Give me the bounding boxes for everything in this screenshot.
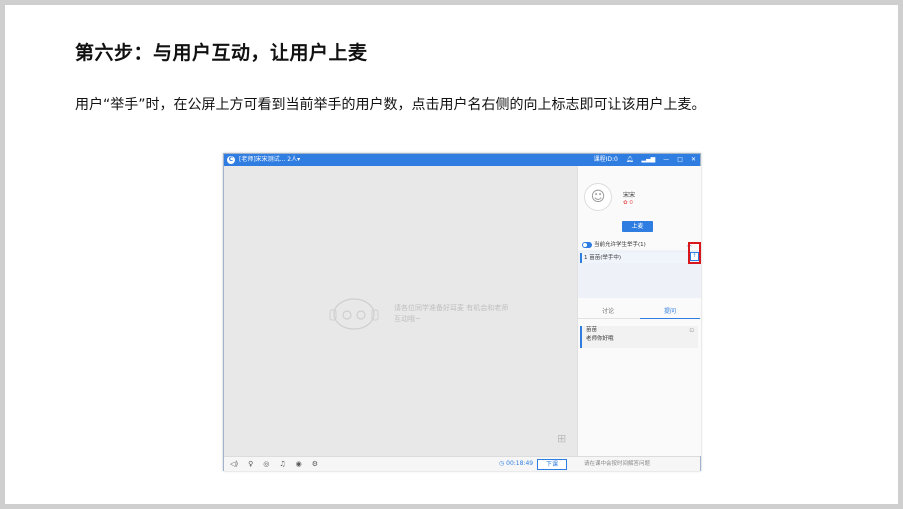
question-text: 老师你好哦 [586, 336, 614, 342]
app-screenshot: C [老师]宋宋测试... 2人▾ 课程ID:0 🔔︎ ▂▄▆ — □ ✕ 请各… [223, 153, 701, 471]
record-icon[interactable]: ◉ [296, 459, 302, 469]
hand-raise-item: 1 苗苗(举手中) [580, 253, 694, 263]
allow-hands-label: 当前允许学生举手(1) [594, 242, 646, 248]
end-class-button[interactable]: 下课 [537, 459, 567, 470]
side-panel: ☺ 宋宋 ✿ 0 上麦 当前允许学生举手(1) ︿ 1 苗苗(举手中) ↑ 讨论… [577, 166, 701, 456]
maximize-button[interactable]: □ [677, 155, 683, 165]
step-heading: 第六步：与用户互动，让用户上麦 [75, 42, 368, 64]
video-stage: 请各位同学准备好耳麦 有机会和老师互动哦~ ⊞ [224, 166, 577, 456]
question-item: 苗苗 老师你好哦 ⊡ [580, 326, 698, 348]
settings-icon[interactable]: ⚙ [312, 459, 318, 469]
bell-icon[interactable]: 🔔︎ [626, 155, 634, 165]
speaker-icon[interactable]: ◁) [230, 459, 238, 469]
panel-tabs: 讨论 提问 [578, 306, 701, 319]
mascot-icon [329, 298, 379, 330]
mic-icon[interactable]: ♀ [248, 459, 253, 469]
delete-icon[interactable]: ⊡ [689, 327, 694, 336]
bottom-toolbar: ◁) ♀ ◎ ♫ ◉ ⚙ ◷ 00:18:49 下课 请在课中会按时间解答问题 [224, 456, 700, 471]
tab-discussion[interactable]: 讨论 [578, 306, 638, 318]
mic-up-button[interactable]: 上麦 [622, 221, 653, 232]
avatar: ☺ [584, 183, 612, 211]
class-timer: ◷ 00:18:49 [499, 460, 534, 467]
minimize-button[interactable]: — [663, 155, 669, 165]
course-id-label: 课程ID:0 [593, 156, 618, 163]
music-icon[interactable]: ♫ [279, 459, 285, 469]
window-title[interactable]: [老师]宋宋测试... 2人▾ [239, 156, 300, 164]
allow-hands-toggle[interactable] [582, 241, 592, 248]
layout-grid-icon[interactable]: ⊞ [557, 432, 566, 445]
question-user: 苗苗 [586, 327, 598, 333]
highlight-box [688, 242, 701, 264]
signal-icon: ▂▄▆ [641, 156, 656, 163]
user-name: 宋宋 [623, 192, 636, 199]
tab-questions[interactable]: 提问 [640, 306, 700, 319]
close-button[interactable]: ✕ [691, 155, 696, 165]
chat-input[interactable]: 请在课中会按时间解答问题 [584, 459, 650, 469]
titlebar: C [老师]宋宋测试... 2人▾ 课程ID:0 🔔︎ ▂▄▆ — □ ✕ [224, 154, 700, 166]
app-logo-icon: C [227, 156, 235, 164]
flower-count: ✿ 0 [623, 200, 633, 206]
allow-hands-row: 当前允许学生举手(1) ︿ [582, 240, 698, 250]
instruction-paragraph: 用户“举手”时，在公屏上方可看到当前举手的用户数，点击用户名右侧的向上标志即可让… [75, 97, 706, 113]
camera-icon[interactable]: ◎ [263, 459, 269, 469]
stage-hint: 请各位同学准备好耳麦 有机会和老师互动哦~ [394, 304, 509, 323]
